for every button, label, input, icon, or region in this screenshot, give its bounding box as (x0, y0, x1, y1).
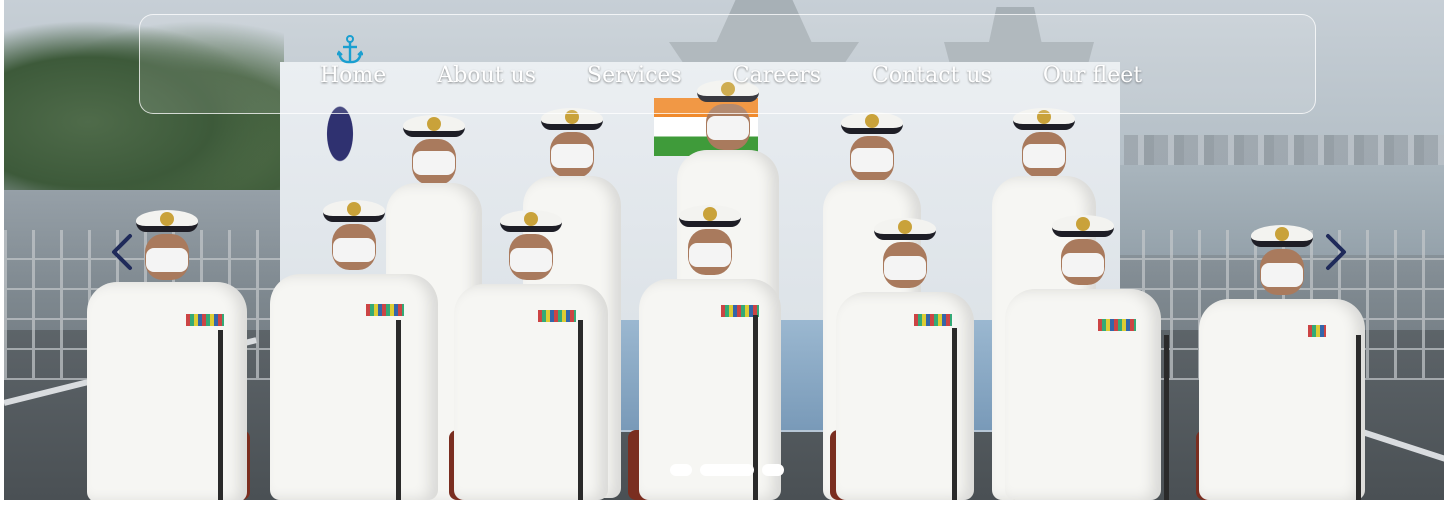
carousel-indicator-active[interactable] (700, 464, 754, 476)
nav-link-about-us[interactable]: About us (437, 63, 536, 88)
officer-seated (266, 200, 442, 500)
chevron-left-icon (112, 234, 132, 270)
nav-link-contact-us[interactable]: Contact us (872, 63, 992, 88)
nav-link-our-fleet[interactable]: Our fleet (1043, 63, 1142, 88)
carousel-indicator[interactable] (670, 464, 692, 476)
hero-carousel: Home About us Services Careers Contact u… (4, 0, 1444, 500)
officer-seated (637, 205, 783, 500)
carousel-next-button[interactable] (1324, 232, 1350, 272)
anchor-icon[interactable] (336, 35, 364, 65)
main-navbar: Home About us Services Careers Contact u… (139, 14, 1316, 114)
nav-link-services[interactable]: Services (587, 63, 682, 88)
chevron-right-icon (1326, 234, 1346, 270)
carousel-indicators (670, 464, 784, 476)
nav-link-careers[interactable]: Careers (733, 63, 821, 88)
officer-seated (834, 218, 976, 500)
officer-seated (452, 210, 610, 500)
officer-seated (1002, 215, 1169, 500)
carousel-prev-button[interactable] (108, 232, 134, 272)
nav-link-home[interactable]: Home (320, 63, 386, 88)
city-skyline (1124, 135, 1444, 169)
nav-links: Home About us Services Careers Contact u… (320, 63, 1193, 88)
carousel-indicator[interactable] (762, 464, 784, 476)
